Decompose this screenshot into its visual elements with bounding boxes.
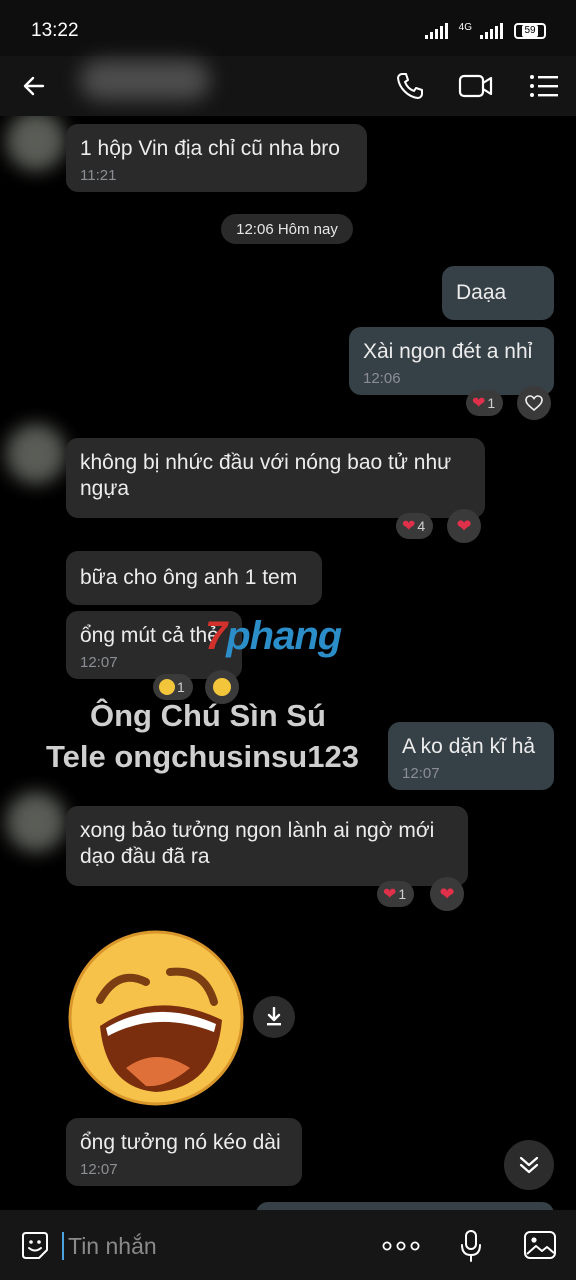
message-text: Xài ngon đét a nhỉ: [363, 340, 533, 363]
message-text: Daạa: [456, 281, 507, 304]
heart-icon: ❤: [472, 395, 486, 412]
message-bubble[interactable]: bữa cho ông anh 1 tem: [66, 551, 322, 605]
network-type: 4G: [458, 21, 472, 33]
message-time: 12:07: [402, 765, 440, 782]
message-time: 11:21: [80, 167, 117, 184]
message-text: bữa cho ông anh 1 tem: [80, 566, 298, 589]
heart-outline-icon: [525, 395, 543, 411]
back-button[interactable]: [16, 68, 52, 104]
call-button[interactable]: [390, 66, 430, 106]
signal-icon: [424, 23, 448, 39]
menu-button[interactable]: [524, 66, 564, 106]
message-time: 12:06: [363, 370, 401, 387]
scroll-to-bottom-button[interactable]: [504, 1140, 554, 1190]
list-menu-icon: [530, 75, 558, 97]
reaction-summary[interactable]: ❤ 4: [396, 513, 434, 539]
reaction-summary[interactable]: 1: [153, 674, 193, 700]
watermark-text: Tele ongchusinsu123: [46, 739, 359, 774]
react-button[interactable]: [517, 386, 551, 420]
watermark-text: Ông Chú Sìn Sú: [90, 698, 326, 733]
more-options-button[interactable]: [380, 1232, 422, 1260]
contact-name-blurred[interactable]: [80, 60, 210, 100]
heart-icon: ❤: [383, 886, 397, 903]
react-button[interactable]: ❤: [430, 877, 464, 911]
reaction-count: 4: [417, 518, 426, 534]
voice-message-button[interactable]: [454, 1226, 488, 1266]
message-bubble[interactable]: ổng tưởng nó kéo dài 12:07: [66, 1118, 302, 1186]
double-chevron-down-icon: [519, 1156, 539, 1174]
reaction-summary[interactable]: ❤ 1: [466, 390, 504, 416]
message-list[interactable]: 1 hộp Vin địa chỉ cũ nha bro 11:21 12:06…: [0, 116, 576, 1210]
watermark-logo-first: 7: [205, 614, 227, 658]
video-camera-icon: [458, 74, 493, 98]
sticker-smile-icon: [22, 1232, 48, 1259]
watermark-logo-rest: phang: [226, 614, 342, 658]
avatar[interactable]: [6, 792, 66, 852]
message-bubble-outgoing[interactable]: Daạa: [442, 266, 554, 320]
reaction-count: 1: [177, 679, 185, 695]
image-icon: [524, 1231, 556, 1259]
react-button[interactable]: ❤: [447, 509, 481, 543]
message-bubble-outgoing[interactable]: A ko dặn kĩ hả 12:07: [388, 722, 554, 790]
date-separator: 12:06 Hôm nay: [221, 214, 353, 244]
reaction-count: 1: [398, 886, 407, 902]
emoji-button[interactable]: [16, 1227, 54, 1265]
message-text: xong bảo tưởng ngon lành ai ngờ mới dạo …: [80, 819, 435, 868]
laughing-sticker-icon[interactable]: [66, 928, 246, 1108]
message-time: 12:07: [80, 1161, 118, 1178]
status-icons: 4G 59: [424, 20, 546, 42]
message-input[interactable]: Tin nhắn: [62, 1232, 157, 1260]
status-bar: 13:22 4G 59: [0, 0, 576, 56]
phone-icon: [397, 73, 423, 99]
thinking-emoji-icon: [213, 678, 231, 696]
microphone-icon: [461, 1230, 481, 1262]
message-bubble[interactable]: xong bảo tưởng ngon lành ai ngờ mới dạo …: [66, 806, 468, 886]
message-text: 1 hộp Vin địa chỉ cũ nha bro: [80, 137, 340, 160]
message-bubble-outgoing[interactable]: Xài ngon đét a nhỉ 12:06: [349, 327, 554, 395]
avatar[interactable]: [6, 116, 66, 171]
battery-level: 59: [522, 25, 538, 37]
download-icon: [267, 1007, 281, 1026]
avatar[interactable]: [6, 424, 66, 484]
message-bubble[interactable]: không bị nhức đầu với nóng bao tử như ng…: [66, 438, 485, 518]
heart-icon: ❤: [439, 883, 455, 904]
message-text: A ko dặn kĩ hả: [402, 735, 536, 758]
download-button[interactable]: [253, 996, 295, 1038]
reaction-summary[interactable]: ❤ 1: [377, 881, 415, 907]
message-text: không bị nhức đầu với nóng bao tử như ng…: [80, 451, 452, 500]
video-call-button[interactable]: [455, 66, 497, 106]
battery-icon: 59: [514, 23, 546, 39]
heart-icon: ❤: [456, 515, 472, 536]
chat-header: [0, 56, 576, 116]
message-bubble-outgoing[interactable]: [256, 1202, 554, 1210]
gallery-button[interactable]: [520, 1226, 560, 1264]
more-dots-icon: [382, 1241, 420, 1251]
reaction-count: 1: [487, 395, 496, 411]
message-text: ổng tưởng nó kéo dài: [80, 1131, 281, 1154]
status-time: 13:22: [31, 20, 79, 41]
signal-icon-2: [480, 23, 503, 39]
message-bubble[interactable]: 1 hộp Vin địa chỉ cũ nha bro 11:21: [66, 124, 367, 192]
composer-bar: Tin nhắn: [0, 1210, 576, 1280]
back-arrow-icon: [23, 76, 45, 96]
watermark-logo: 7phang: [205, 614, 342, 659]
heart-icon: ❤: [402, 518, 416, 535]
thinking-emoji-icon: [159, 679, 175, 695]
